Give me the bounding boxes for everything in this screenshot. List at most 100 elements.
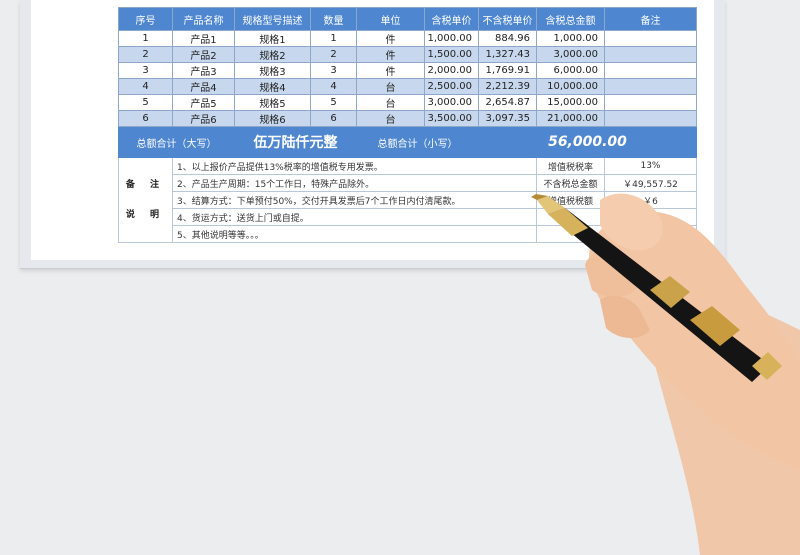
cell-price: 3,000.00 xyxy=(424,94,479,111)
cell-qty: 3 xyxy=(310,62,357,79)
cell-name: 产品5 xyxy=(172,94,235,111)
cell-price: 2,500.00 xyxy=(424,78,479,95)
cell-spec: 规格3 xyxy=(234,62,311,79)
table-row: 5 产品5 规格5 5 台 3,000.00 2,654.87 15,000.0… xyxy=(118,94,697,111)
cell-unit: 台 xyxy=(356,94,425,111)
note-row: 3、结算方式：下单预付50%，交付开具发票后7个工作日内付清尾款。 增值税税额 … xyxy=(119,191,697,209)
cell-remark xyxy=(604,62,697,79)
cell-remark xyxy=(604,110,697,127)
arm-shape xyxy=(640,291,800,555)
cell-name: 产品6 xyxy=(172,110,235,127)
blank-cell xyxy=(536,225,605,243)
note-line: 4、货运方式：送货上门或自提。 xyxy=(172,208,537,226)
header-cell: 不含税单价 xyxy=(478,7,537,31)
header-cell: 含税单价 xyxy=(424,7,479,31)
cell-unit: 件 xyxy=(356,46,425,63)
cell-total: 21,000.00 xyxy=(536,110,605,127)
note-line: 3、结算方式：下单预付50%，交付开具发票后7个工作日内付清尾款。 xyxy=(172,191,537,209)
total-upper-value: 伍万陆仟元整 xyxy=(234,126,357,158)
cell-total: 1,000.00 xyxy=(536,30,605,47)
note-row: 2、产品生产周期：15个工作日，特殊产品除外。 不含税总金额 ￥49,557.5… xyxy=(119,174,697,192)
table-row: 1 产品1 规格1 1 件 1,000.00 884.96 1,000.00 xyxy=(118,30,697,47)
total-lower-label: 总额合计（小写） xyxy=(356,126,479,158)
cell-no: 6 xyxy=(118,110,173,127)
cell-price-ex: 3,097.35 xyxy=(478,110,537,127)
cell-spec: 规格1 xyxy=(234,30,311,47)
cell-remark xyxy=(604,78,697,95)
note-row: 4、货运方式：送货上门或自提。 xyxy=(119,208,697,226)
total-upper-label: 总额合计（大写） xyxy=(118,126,235,158)
tax-amount-label: 增值税税额 xyxy=(536,191,605,209)
cell-remark xyxy=(604,30,697,47)
cell-remark xyxy=(604,46,697,63)
cell-spec: 规格2 xyxy=(234,46,311,63)
cell-name: 产品2 xyxy=(172,46,235,63)
cell-price-ex: 2,212.39 xyxy=(478,78,537,95)
cell-qty: 2 xyxy=(310,46,357,63)
blank-cell xyxy=(536,208,605,226)
cell-price-ex: 2,654.87 xyxy=(478,94,537,111)
table-header-row: 序号 产品名称 规格型号描述 数量 单位 含税单价 不含税单价 含税总金额 备注 xyxy=(118,7,697,31)
cell-price-ex: 884.96 xyxy=(478,30,537,47)
tax-amount-value: ￥6 xyxy=(604,191,697,209)
note-row: 备 注 说 明 1、以上报价产品提供13%税率的增值税专用发票。 增值税税率 1… xyxy=(118,157,697,243)
cell-no: 1 xyxy=(118,30,173,47)
cell-no: 4 xyxy=(118,78,173,95)
notes-title: 备 注 说 明 xyxy=(118,157,173,243)
table-row: 6 产品6 规格6 6 台 3,500.00 3,097.35 21,000.0… xyxy=(118,110,697,127)
table-row: 3 产品3 规格3 3 件 2,000.00 1,769.91 6,000.00 xyxy=(118,62,697,79)
cell-price: 1,500.00 xyxy=(424,46,479,63)
quotation-table: 序号 产品名称 规格型号描述 数量 单位 含税单价 不含税单价 含税总金额 备注… xyxy=(118,7,697,243)
cell-qty: 5 xyxy=(310,94,357,111)
cell-total: 6,000.00 xyxy=(536,62,605,79)
blank-cell xyxy=(604,208,697,226)
finger-shape xyxy=(600,295,650,339)
note-row: 5、其他说明等等。。。 xyxy=(119,225,697,243)
cell-qty: 4 xyxy=(310,78,357,95)
notes-title-line1: 备 注 xyxy=(125,180,166,190)
header-cell: 产品名称 xyxy=(172,7,235,31)
note-line: 2、产品生产周期：15个工作日，特殊产品除外。 xyxy=(172,174,537,192)
cell-spec: 规格4 xyxy=(234,78,311,95)
cell-no: 3 xyxy=(118,62,173,79)
cell-unit: 件 xyxy=(356,30,425,47)
cell-unit: 台 xyxy=(356,78,425,95)
cell-total: 15,000.00 xyxy=(536,94,605,111)
header-cell: 规格型号描述 xyxy=(234,7,311,31)
ex-tax-total-value: ￥49,557.52 xyxy=(604,174,697,192)
cell-price: 2,000.00 xyxy=(424,62,479,79)
table-row: 4 产品4 规格4 4 台 2,500.00 2,212.39 10,000.0… xyxy=(118,78,697,95)
cell-unit: 台 xyxy=(356,110,425,127)
cell-price: 3,500.00 xyxy=(424,110,479,127)
header-cell: 含税总金额 xyxy=(536,7,605,31)
cell-name: 产品1 xyxy=(172,30,235,47)
total-row: 总额合计（大写） 伍万陆仟元整 总额合计（小写） 56,000.00 xyxy=(118,126,697,158)
cell-price: 1,000.00 xyxy=(424,30,479,47)
header-cell: 数量 xyxy=(310,7,357,31)
tax-rate-value: 13% xyxy=(604,157,697,175)
cell-no: 5 xyxy=(118,94,173,111)
cell-no: 2 xyxy=(118,46,173,63)
cell-spec: 规格6 xyxy=(234,110,311,127)
notes-title-line2: 说 明 xyxy=(125,210,166,220)
cell-remark xyxy=(604,94,697,111)
cell-total: 3,000.00 xyxy=(536,46,605,63)
cell-name: 产品3 xyxy=(172,62,235,79)
header-cell: 序号 xyxy=(118,7,173,31)
cell-total: 10,000.00 xyxy=(536,78,605,95)
cell-price-ex: 1,327.43 xyxy=(478,46,537,63)
cell-name: 产品4 xyxy=(172,78,235,95)
cell-qty: 1 xyxy=(310,30,357,47)
note-line: 1、以上报价产品提供13%税率的增值税专用发票。 xyxy=(172,157,537,175)
ex-tax-total-label: 不含税总金额 xyxy=(536,174,605,192)
cell-spec: 规格5 xyxy=(234,94,311,111)
tax-rate-label: 增值税税率 xyxy=(536,157,605,175)
cell-qty: 6 xyxy=(310,110,357,127)
header-cell: 备注 xyxy=(604,7,697,31)
blank-cell xyxy=(604,225,697,243)
cell-price-ex: 1,769.91 xyxy=(478,62,537,79)
cell-unit: 件 xyxy=(356,62,425,79)
header-cell: 单位 xyxy=(356,7,425,31)
note-line: 5、其他说明等等。。。 xyxy=(172,225,537,243)
table-row: 2 产品2 规格2 2 件 1,500.00 1,327.43 3,000.00 xyxy=(118,46,697,63)
